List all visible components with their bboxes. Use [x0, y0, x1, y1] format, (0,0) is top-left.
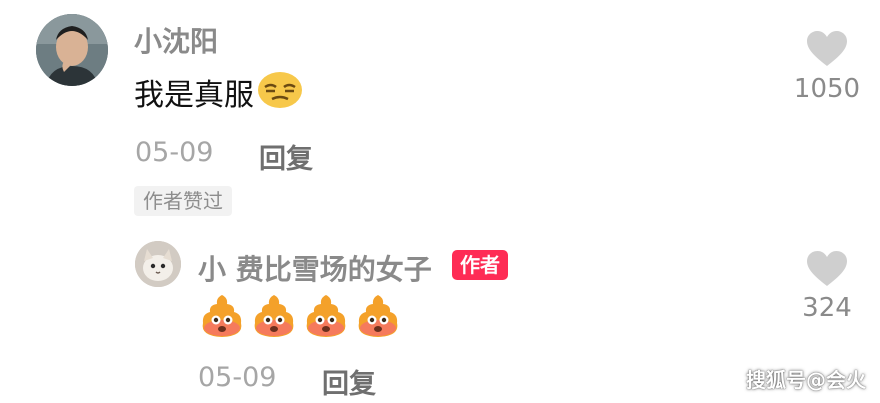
like-heart-icon[interactable] — [806, 250, 848, 292]
avatar[interactable] — [36, 14, 108, 86]
comment-body: 我是真服 — [134, 70, 304, 114]
watermark: 搜狐号@会火 — [746, 368, 866, 392]
avatar-photo — [135, 241, 181, 287]
like-count: 324 — [802, 293, 852, 323]
reply-username[interactable]: 小 费比雪场的女子 — [198, 248, 432, 288]
poop-emoji — [302, 292, 350, 344]
reply-button[interactable]: 回复 — [259, 137, 313, 176]
reply-emojis — [198, 292, 402, 344]
poop-emoji — [354, 292, 402, 344]
avatar-photo — [36, 14, 108, 86]
avatar[interactable] — [135, 241, 181, 287]
reply-date: 05-09 — [198, 362, 277, 393]
liked-by-author-badge: 作者赞过 — [134, 186, 232, 216]
poop-emoji — [198, 292, 246, 344]
like-heart-icon[interactable] — [806, 30, 848, 72]
reply-button[interactable]: 回复 — [322, 362, 376, 401]
comment-text: 我是真服 — [134, 78, 254, 113]
like-count: 1050 — [793, 74, 861, 104]
smirking-face-emoji — [256, 70, 304, 114]
comment-username[interactable]: 小沈阳 — [134, 20, 218, 60]
comment-date: 05-09 — [135, 137, 214, 168]
poop-emoji — [250, 292, 298, 344]
author-badge: 作者 — [452, 250, 508, 280]
